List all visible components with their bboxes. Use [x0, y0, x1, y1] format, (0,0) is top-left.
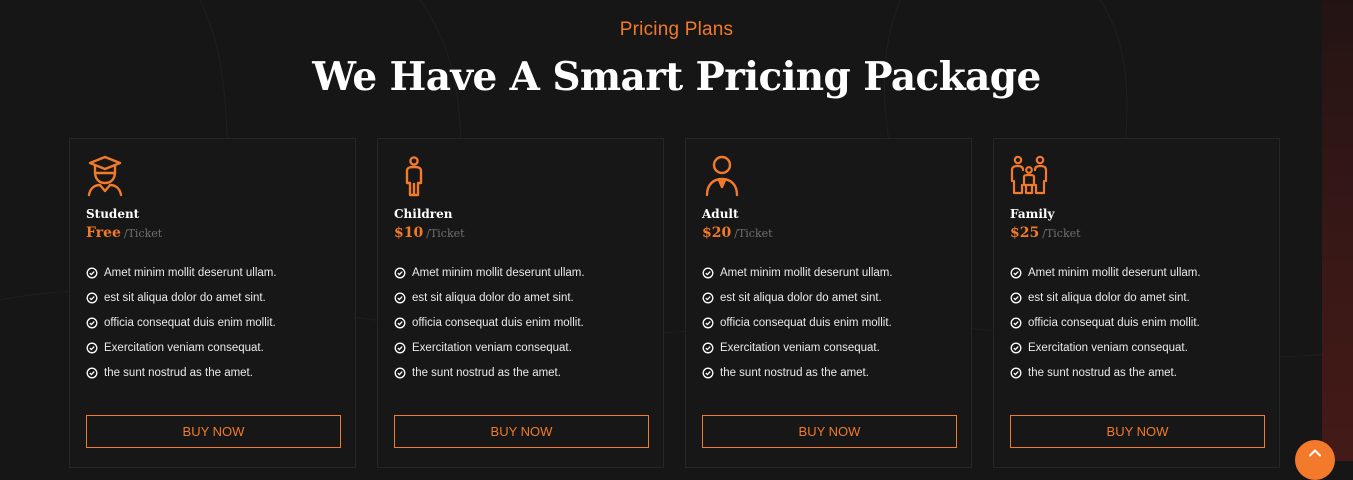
plan-price: $25: [1010, 225, 1040, 241]
price-row: $10/Ticket: [394, 224, 465, 242]
feature-text: Amet minim mollit deserunt ullam.: [104, 267, 277, 280]
check-circle-icon: [86, 342, 98, 354]
price-row: Free/Ticket: [86, 224, 162, 242]
feature-text: Exercitation veniam consequat.: [1028, 341, 1188, 354]
check-circle-icon: [702, 342, 714, 354]
family-icon: [1010, 155, 1050, 197]
list-item: Exercitation veniam consequat.: [86, 335, 277, 360]
list-item: officia consequat duis enim mollit.: [1010, 311, 1201, 336]
price-row: $25/Ticket: [1010, 224, 1081, 242]
list-item: Exercitation veniam consequat.: [394, 335, 585, 360]
list-item: the sunt nostrud as the amet.: [86, 360, 277, 385]
plan-price: Free: [86, 225, 121, 241]
check-circle-icon: [394, 367, 406, 379]
list-item: officia consequat duis enim mollit.: [394, 311, 585, 336]
feature-text: Exercitation veniam consequat.: [104, 341, 264, 354]
list-item: officia consequat duis enim mollit.: [86, 311, 277, 336]
list-item: the sunt nostrud as the amet.: [1010, 360, 1201, 385]
feature-text: Exercitation veniam consequat.: [720, 341, 880, 354]
feature-text: the sunt nostrud as the amet.: [720, 366, 869, 379]
check-circle-icon: [394, 317, 406, 329]
check-circle-icon: [394, 342, 406, 354]
check-circle-icon: [1010, 342, 1022, 354]
plan-name: Adult: [702, 207, 739, 221]
buy-now-button[interactable]: BUY NOW: [1010, 415, 1265, 448]
price-row: $20/Ticket: [702, 224, 773, 242]
pricing-card-student: Student Free/Ticket Amet minim mollit de…: [69, 138, 356, 468]
child-icon: [394, 155, 434, 197]
check-circle-icon: [86, 267, 98, 279]
check-circle-icon: [1010, 367, 1022, 379]
section-title: We Have A Smart Pricing Package: [312, 54, 1041, 100]
list-item: est sit aliqua dolor do amet sint.: [1010, 286, 1201, 311]
plan-unit: /Ticket: [123, 227, 163, 240]
feature-text: Exercitation veniam consequat.: [412, 341, 572, 354]
feature-list: Amet minim mollit deserunt ullam. est si…: [702, 261, 893, 385]
list-item: Exercitation veniam consequat.: [702, 335, 893, 360]
scroll-to-top-button[interactable]: [1295, 440, 1335, 480]
check-circle-icon: [86, 317, 98, 329]
feature-text: the sunt nostrud as the amet.: [1028, 366, 1177, 379]
buy-now-button[interactable]: BUY NOW: [86, 415, 341, 448]
plan-price: $10: [394, 225, 424, 241]
check-circle-icon: [1010, 267, 1022, 279]
plan-unit: /Ticket: [426, 227, 465, 240]
feature-text: est sit aliqua dolor do amet sint.: [1028, 292, 1190, 305]
feature-text: officia consequat duis enim mollit.: [104, 316, 276, 329]
buy-now-button[interactable]: BUY NOW: [394, 415, 649, 448]
feature-text: officia consequat duis enim mollit.: [1028, 316, 1200, 329]
plan-unit: /Ticket: [1042, 227, 1081, 240]
check-circle-icon: [394, 267, 406, 279]
list-item: the sunt nostrud as the amet.: [394, 360, 585, 385]
feature-text: officia consequat duis enim mollit.: [720, 316, 892, 329]
plan-name: Student: [86, 207, 140, 221]
check-circle-icon: [86, 367, 98, 379]
list-item: Amet minim mollit deserunt ullam.: [1010, 261, 1201, 286]
check-circle-icon: [86, 292, 98, 304]
plan-name: Children: [394, 207, 453, 221]
feature-list: Amet minim mollit deserunt ullam. est si…: [1010, 261, 1201, 385]
check-circle-icon: [702, 292, 714, 304]
feature-text: est sit aliqua dolor do amet sint.: [412, 292, 574, 305]
list-item: Amet minim mollit deserunt ullam.: [394, 261, 585, 286]
feature-text: est sit aliqua dolor do amet sint.: [104, 292, 266, 305]
check-circle-icon: [702, 367, 714, 379]
check-circle-icon: [702, 317, 714, 329]
feature-text: est sit aliqua dolor do amet sint.: [720, 292, 882, 305]
pricing-card-children: Children $10/Ticket Amet minim mollit de…: [377, 138, 664, 468]
list-item: Amet minim mollit deserunt ullam.: [86, 261, 277, 286]
chevron-up-icon: [1309, 449, 1321, 457]
list-item: est sit aliqua dolor do amet sint.: [86, 286, 277, 311]
feature-text: the sunt nostrud as the amet.: [412, 366, 561, 379]
feature-list: Amet minim mollit deserunt ullam. est si…: [86, 261, 277, 385]
pricing-card-family: Family $25/Ticket Amet minim mollit dese…: [993, 138, 1280, 468]
list-item: Amet minim mollit deserunt ullam.: [702, 261, 893, 286]
list-item: Exercitation veniam consequat.: [1010, 335, 1201, 360]
feature-list: Amet minim mollit deserunt ullam. est si…: [394, 261, 585, 385]
plan-name: Family: [1010, 207, 1055, 221]
check-circle-icon: [1010, 317, 1022, 329]
feature-text: Amet minim mollit deserunt ullam.: [412, 267, 585, 280]
plan-price: $20: [702, 225, 732, 241]
check-circle-icon: [1010, 292, 1022, 304]
check-circle-icon: [394, 292, 406, 304]
feature-text: Amet minim mollit deserunt ullam.: [1028, 267, 1201, 280]
list-item: est sit aliqua dolor do amet sint.: [394, 286, 585, 311]
pricing-card-adult: Adult $20/Ticket Amet minim mollit deser…: [685, 138, 972, 468]
feature-text: Amet minim mollit deserunt ullam.: [720, 267, 893, 280]
feature-text: officia consequat duis enim mollit.: [412, 316, 584, 329]
list-item: est sit aliqua dolor do amet sint.: [702, 286, 893, 311]
section-eyebrow: Pricing Plans: [619, 19, 734, 40]
plan-unit: /Ticket: [734, 227, 773, 240]
feature-text: the sunt nostrud as the amet.: [104, 366, 253, 379]
check-circle-icon: [702, 267, 714, 279]
buy-now-button[interactable]: BUY NOW: [702, 415, 957, 448]
list-item: the sunt nostrud as the amet.: [702, 360, 893, 385]
adult-icon: [702, 155, 742, 197]
list-item: officia consequat duis enim mollit.: [702, 311, 893, 336]
graduate-icon: [86, 155, 126, 197]
